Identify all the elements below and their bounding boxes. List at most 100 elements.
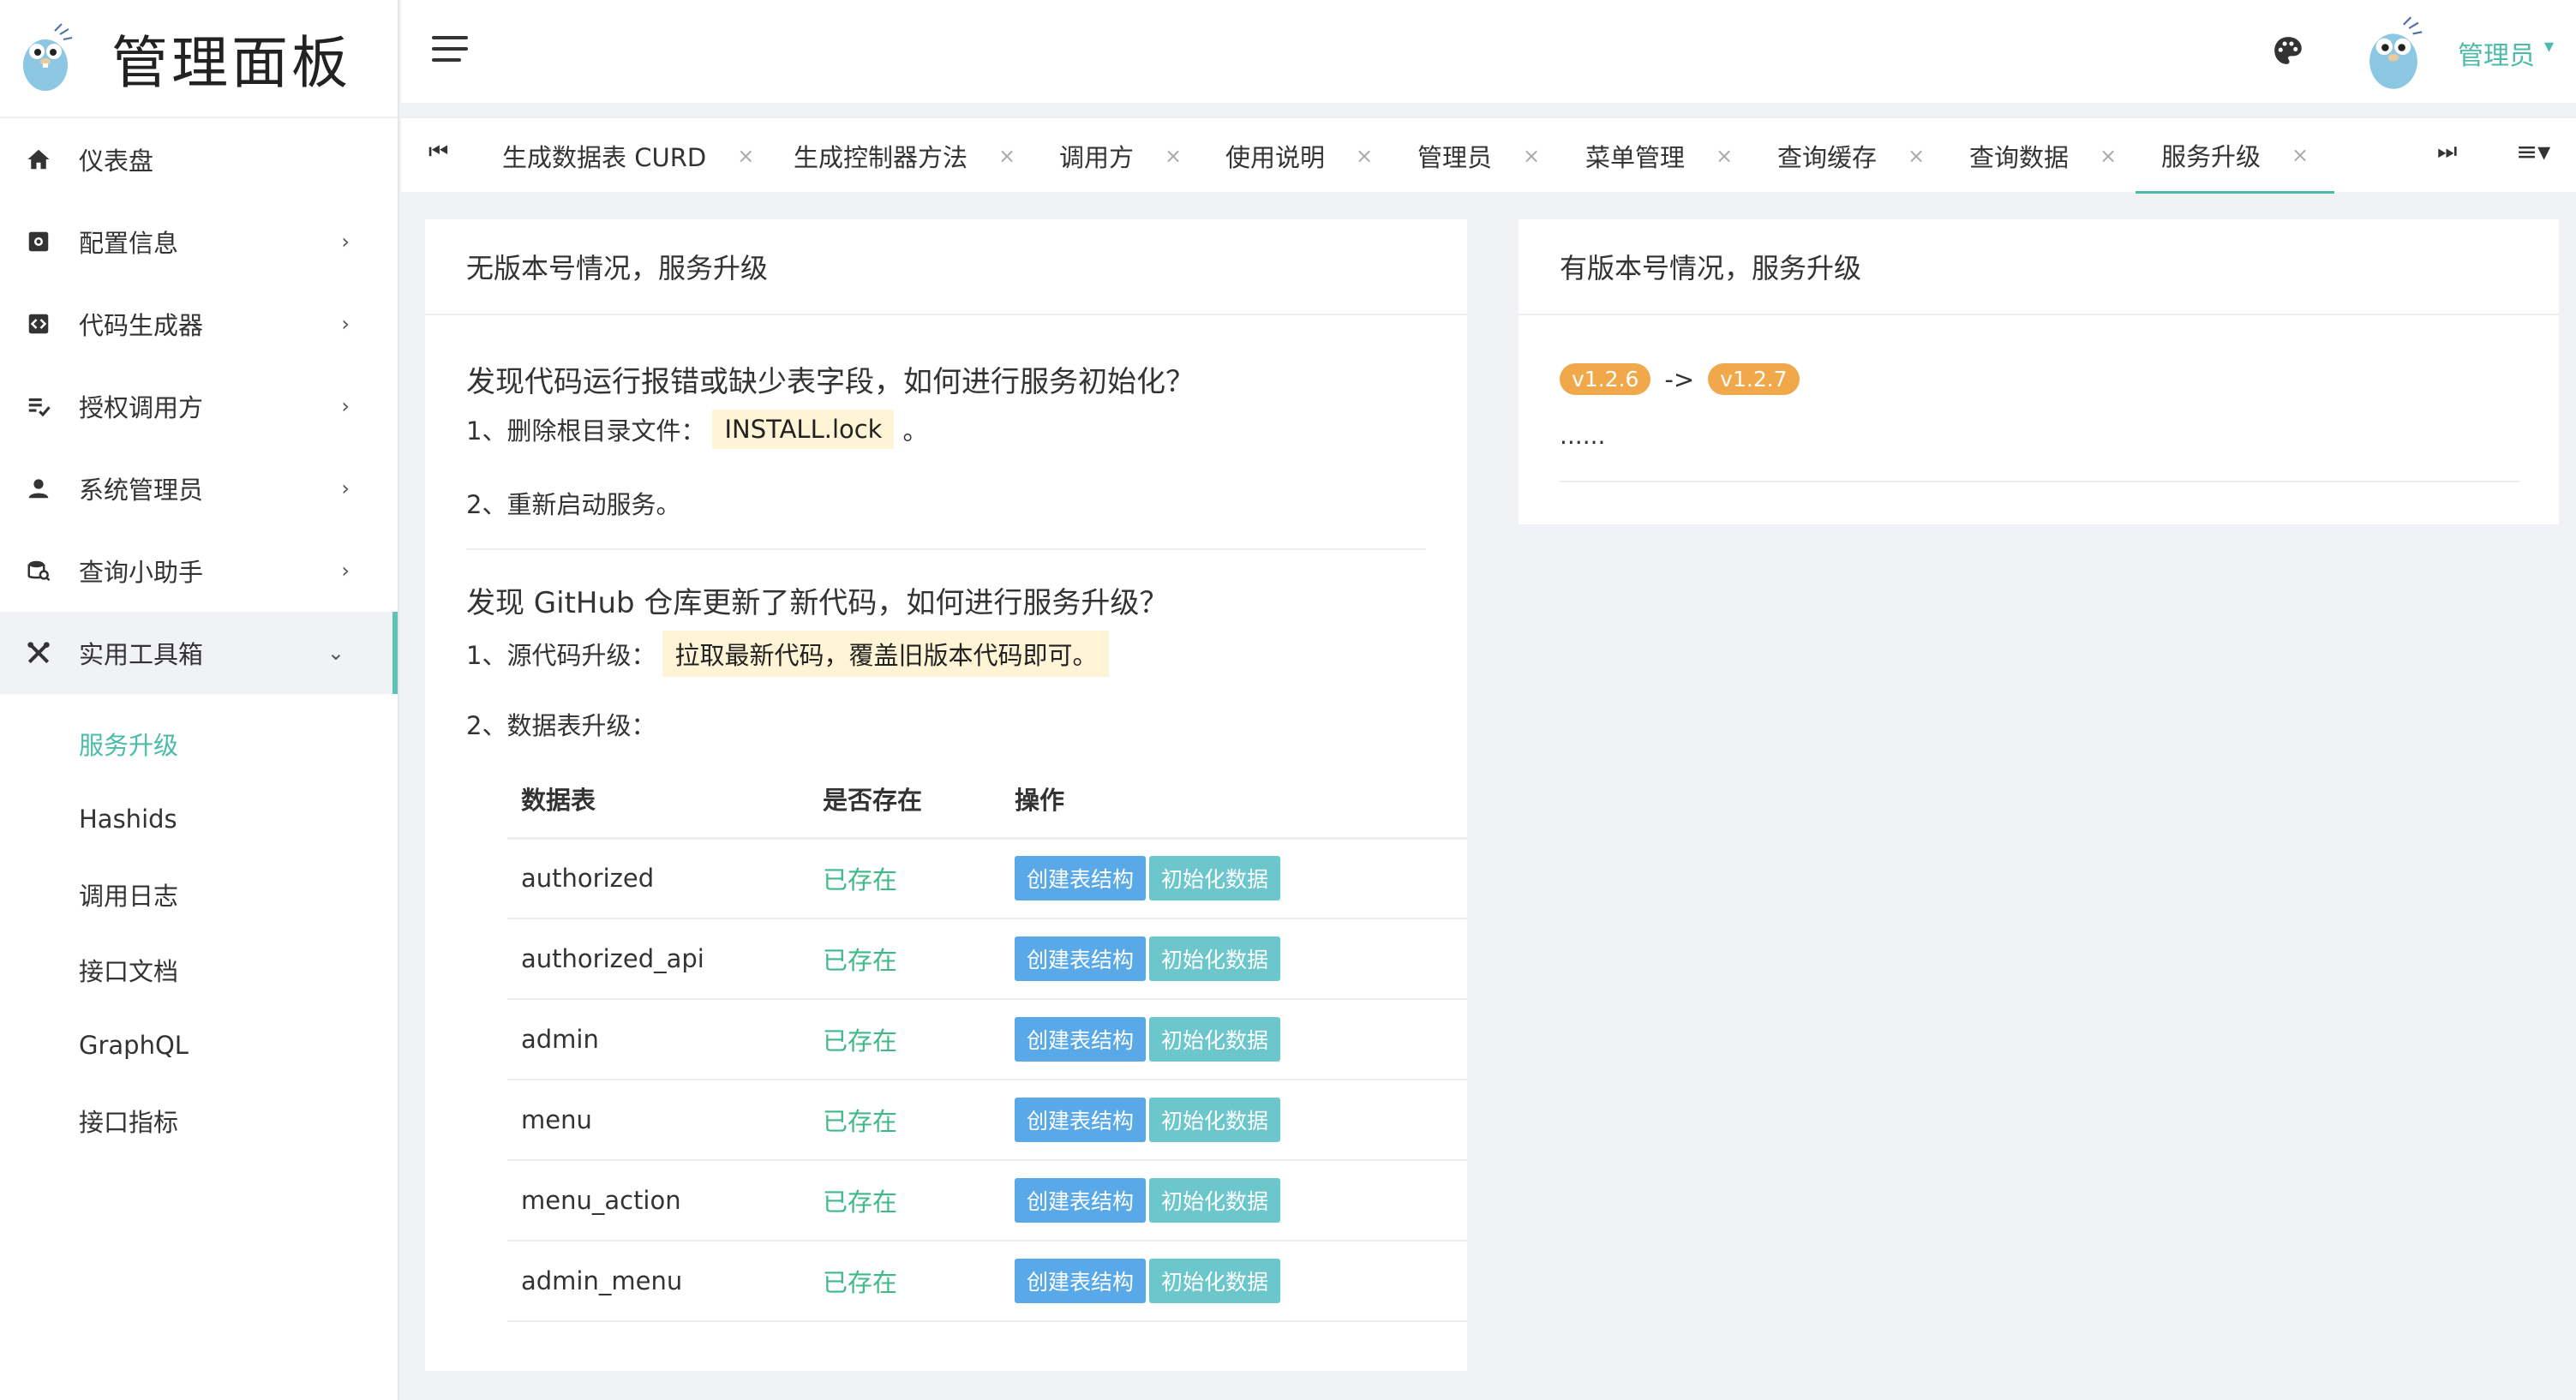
tab-data[interactable]: 查询数据 × xyxy=(1969,118,2117,194)
highlight-text: 拉取最新代码，覆盖旧版本代码即可。 xyxy=(662,631,1110,677)
close-icon[interactable]: × xyxy=(2291,143,2309,167)
actions-cell: 创建表结构 初始化数据 xyxy=(1001,1080,1467,1161)
user-icon xyxy=(24,474,53,503)
close-icon[interactable]: × xyxy=(1523,144,1540,168)
actions-cell: 创建表结构 初始化数据 xyxy=(1001,999,1467,1080)
close-icon[interactable]: × xyxy=(1716,144,1733,168)
sidebar-item-config[interactable]: 配置信息 › xyxy=(0,200,398,283)
sidebar-item-tools[interactable]: 实用工具箱 ⌄ xyxy=(0,612,398,694)
tab-label: 管理员 xyxy=(1417,143,1493,172)
version-badge-to: v1.2.7 xyxy=(1708,363,1800,395)
submenu-item-api-docs[interactable]: 接口文档 xyxy=(0,932,398,1008)
step-delete-lock: 1、删除根目录文件： INSTALL.lock 。 xyxy=(466,410,928,449)
table-name: authorized xyxy=(507,838,809,919)
palette-icon[interactable] xyxy=(2272,34,2304,67)
tab-cache[interactable]: 查询缓存 × xyxy=(1777,118,1925,194)
list-check-icon xyxy=(24,392,53,421)
sidebar-item-label: 代码生成器 xyxy=(79,311,204,340)
user-menu[interactable]: 管理员 xyxy=(2458,34,2535,72)
table-name: menu_action xyxy=(507,1160,809,1241)
init-data-button[interactable]: 初始化数据 xyxy=(1149,936,1281,981)
tab-label: 菜单管理 xyxy=(1585,143,1686,172)
card-title: 无版本号情况，服务升级 xyxy=(425,219,1467,315)
tab-label: 服务升级 xyxy=(2161,141,2261,171)
tab-controller[interactable]: 生成控制器方法 × xyxy=(794,118,1015,194)
version-row: v1.2.6 -> v1.2.7 xyxy=(1560,363,1800,395)
tab-caller[interactable]: 调用方 × xyxy=(1059,118,1182,194)
tab-scroll-right-icon[interactable]: ⏭ xyxy=(2437,139,2457,165)
sidebar: 管理面板 仪表盘 配置信息 › 代码生成器 › 授权调用方 › 系统管理员 › xyxy=(0,0,399,1400)
submenu-item-metrics[interactable]: 接口指标 xyxy=(0,1083,398,1158)
sidebar-item-codegen[interactable]: 代码生成器 › xyxy=(0,283,398,365)
tab-admin[interactable]: 管理员 × xyxy=(1417,118,1540,194)
sidebar-item-admin[interactable]: 系统管理员 › xyxy=(0,447,398,529)
actions-cell: 创建表结构 初始化数据 xyxy=(1001,838,1467,919)
init-data-button[interactable]: 初始化数据 xyxy=(1149,856,1281,901)
step-end: 。 xyxy=(902,416,928,446)
submenu-item-graphql[interactable]: GraphQL xyxy=(0,1008,398,1083)
tab-curd[interactable]: 生成数据表 CURD × xyxy=(502,118,754,194)
table-name: authorized_api xyxy=(507,918,809,1000)
tab-usage[interactable]: 使用说明 × xyxy=(1225,118,1373,194)
init-data-button[interactable]: 初始化数据 xyxy=(1149,1098,1281,1142)
tab-options-icon[interactable]: ≡▾ xyxy=(2516,137,2550,167)
step-restart: 2、重新启动服务。 xyxy=(466,490,681,519)
submenu-item-upgrade[interactable]: 服务升级 xyxy=(0,706,398,781)
create-structure-button[interactable]: 创建表结构 xyxy=(1015,856,1147,901)
sidebar-item-query[interactable]: 查询小助手 › xyxy=(0,529,398,612)
brand-title: 管理面板 xyxy=(111,30,351,96)
tab-label: 生成数据表 CURD xyxy=(502,143,707,172)
close-icon[interactable]: × xyxy=(2100,144,2117,168)
tab-menu[interactable]: 菜单管理 × xyxy=(1585,118,1733,194)
question-init: 发现代码运行报错或缺少表字段，如何进行服务初始化？ xyxy=(466,365,1195,399)
table-row: menu 已存在 创建表结构 初始化数据 xyxy=(507,1080,1467,1161)
submenu-item-hashids[interactable]: Hashids xyxy=(0,781,398,857)
table-name: admin xyxy=(507,999,809,1080)
table-row: admin_menu 已存在 创建表结构 初始化数据 xyxy=(507,1241,1467,1322)
init-data-button[interactable]: 初始化数据 xyxy=(1149,1178,1281,1223)
init-data-button[interactable]: 初始化数据 xyxy=(1149,1259,1281,1303)
close-icon[interactable]: × xyxy=(998,144,1015,168)
tab-bar: ⏮ 生成数据表 CURD × 生成控制器方法 × 调用方 × 使用说明 × 管理员 × 菜… xyxy=(401,117,2576,194)
step-text: 1、源代码升级： xyxy=(466,641,656,670)
home-icon xyxy=(24,145,53,174)
create-structure-button[interactable]: 创建表结构 xyxy=(1015,1017,1147,1062)
avatar[interactable] xyxy=(2359,15,2428,93)
tools-icon xyxy=(24,638,53,667)
create-structure-button[interactable]: 创建表结构 xyxy=(1015,936,1147,981)
divider xyxy=(1560,481,2519,482)
code-icon xyxy=(24,309,53,338)
file-name: INSTALL.lock xyxy=(712,410,895,449)
actions-cell: 创建表结构 初始化数据 xyxy=(1001,1160,1467,1241)
create-structure-button[interactable]: 创建表结构 xyxy=(1015,1098,1147,1142)
submenu-item-logs[interactable]: 调用日志 xyxy=(0,857,398,932)
close-icon[interactable]: × xyxy=(1165,144,1182,168)
close-icon[interactable]: × xyxy=(1356,144,1373,168)
caret-down-icon[interactable]: ▾ xyxy=(2544,36,2554,57)
menu-toggle-icon[interactable] xyxy=(432,36,468,65)
tab-label: 调用方 xyxy=(1059,143,1135,172)
table-name: admin_menu xyxy=(507,1241,809,1322)
create-structure-button[interactable]: 创建表结构 xyxy=(1015,1178,1147,1223)
status-text: 已存在 xyxy=(809,838,1001,919)
tab-scroll-left-icon[interactable]: ⏮ xyxy=(428,139,448,165)
close-icon[interactable]: × xyxy=(737,144,754,168)
close-icon[interactable]: × xyxy=(1908,144,1925,168)
step-text: 1、删除根目录文件： xyxy=(466,416,706,446)
card-with-version: 有版本号情况，服务升级 v1.2.6 -> v1.2.7 ...... xyxy=(1519,219,2559,524)
question-upgrade: 发现 GitHub 仓库更新了新代码，如何进行服务升级？ xyxy=(466,586,1169,620)
table-header-row: 数据表 是否存在 操作 xyxy=(507,761,1467,840)
status-text: 已存在 xyxy=(809,918,1001,1000)
table-name: menu xyxy=(507,1080,809,1161)
brand: 管理面板 xyxy=(0,0,398,118)
sidebar-item-label: 授权调用方 xyxy=(79,393,204,422)
tab-upgrade[interactable]: 服务升级 × xyxy=(2136,118,2335,194)
chevron-right-icon: › xyxy=(341,476,350,500)
sidebar-item-label: 实用工具箱 xyxy=(79,640,204,669)
table-row: admin 已存在 创建表结构 初始化数据 xyxy=(507,999,1467,1080)
create-structure-button[interactable]: 创建表结构 xyxy=(1015,1259,1147,1303)
sidebar-item-authorized[interactable]: 授权调用方 › xyxy=(0,365,398,447)
tab-label: 查询数据 xyxy=(1969,143,2070,172)
init-data-button[interactable]: 初始化数据 xyxy=(1149,1017,1281,1062)
sidebar-item-dashboard[interactable]: 仪表盘 xyxy=(0,118,398,200)
